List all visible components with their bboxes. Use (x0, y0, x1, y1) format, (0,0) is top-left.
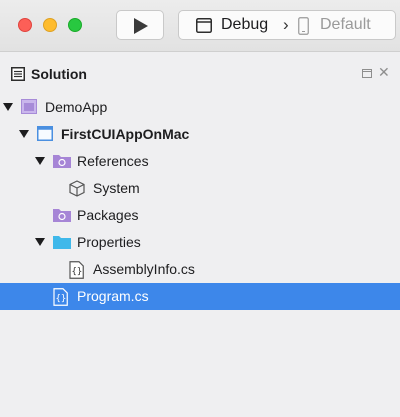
tree-item-label: AssemblyInfo.cs (93, 261, 195, 277)
tree-item-assemblyinfo[interactable]: {} AssemblyInfo.cs (0, 256, 400, 283)
solution-icon (21, 99, 37, 114)
device-icon (298, 17, 309, 35)
tree-item-label: DemoApp (45, 99, 108, 115)
window-close-button[interactable] (18, 18, 32, 32)
tree-item-references[interactable]: References (0, 148, 400, 175)
disclosure-expanded-icon[interactable] (19, 130, 29, 139)
tree-item-label: Properties (77, 234, 141, 250)
pad-title: Solution (31, 66, 87, 82)
dock-icon[interactable] (362, 69, 372, 78)
solution-pad-header: Solution ✕ (0, 53, 400, 95)
disclosure-expanded-icon[interactable] (3, 103, 13, 112)
folder-icon (53, 236, 71, 249)
tree-item-system[interactable]: System (0, 175, 400, 202)
solution-pad-icon (11, 67, 25, 81)
window-titlebar: Debug › Default (0, 0, 400, 52)
packages-folder-icon (53, 209, 71, 222)
tree-item-properties[interactable]: Properties (0, 229, 400, 256)
tree-item-label: System (93, 180, 140, 196)
tree-item-label: Packages (77, 207, 139, 223)
tree-item-demoapp[interactable]: DemoApp (0, 94, 400, 121)
project-icon (37, 126, 53, 141)
svg-text:{}: {} (56, 294, 67, 304)
disclosure-expanded-icon[interactable] (35, 157, 45, 166)
tree-item-label: Program.cs (77, 288, 149, 304)
tree-item-label: FirstCUIAppOnMac (61, 126, 190, 142)
csharp-file-icon: {} (53, 288, 68, 306)
window-minimize-button[interactable] (43, 18, 57, 32)
close-icon[interactable]: ✕ (378, 65, 390, 79)
configuration-label: Debug (221, 16, 269, 33)
svg-text:{}: {} (72, 267, 83, 277)
tree-item-packages[interactable]: Packages (0, 202, 400, 229)
csharp-file-icon: {} (69, 261, 84, 279)
disclosure-expanded-icon[interactable] (35, 238, 45, 247)
tree-item-program[interactable]: {} Program.cs (0, 283, 400, 310)
window-icon (196, 18, 212, 33)
configuration-selector[interactable]: Debug › Default (178, 10, 396, 40)
references-folder-icon (53, 155, 71, 168)
play-icon (134, 18, 148, 34)
tree-item-project[interactable]: FirstCUIAppOnMac (0, 121, 400, 148)
run-button[interactable] (116, 10, 164, 40)
breadcrumb-separator: › (283, 15, 289, 34)
assembly-reference-icon (69, 180, 85, 197)
tree-item-label: References (77, 153, 149, 169)
device-label: Default (320, 16, 371, 33)
window-maximize-button[interactable] (68, 18, 82, 32)
